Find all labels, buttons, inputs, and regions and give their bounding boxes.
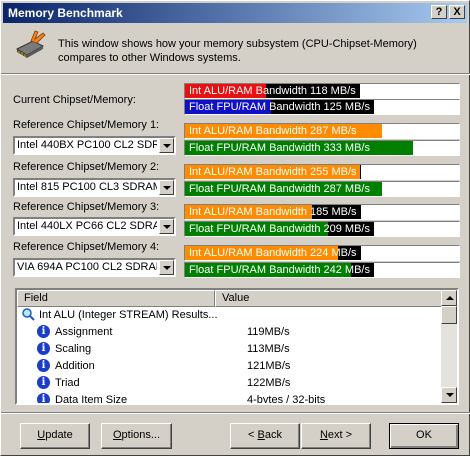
group-label: Int ALU (Integer STREAM) Results... — [39, 309, 218, 321]
dropdown-button[interactable] — [159, 260, 174, 275]
bar-text: Float FPU/RAM Bandwidth 125 MB/s — [189, 101, 370, 113]
reference-4-label: Reference Chipset/Memory 4: — [13, 241, 160, 253]
back-button[interactable]: < Back — [230, 423, 300, 449]
bar-text: Int ALU/RAM Bandwidth 287 MB/s — [189, 125, 357, 137]
table-row[interactable]: i Data Item Size 4-bytes / 32-bits — [17, 392, 442, 405]
vertical-scrollbar[interactable] — [441, 290, 457, 403]
current-alu-bar: Int ALU/RAM Bandwidth 118 MB/s — [184, 83, 460, 99]
reference-3-label: Reference Chipset/Memory 3: — [13, 201, 160, 213]
title-bar[interactable]: Memory Benchmark ? X — [3, 3, 467, 23]
scroll-thumb[interactable] — [441, 306, 457, 324]
info-icon: i — [37, 393, 50, 403]
table-row[interactable]: i Triad 122MB/s — [17, 375, 442, 392]
options-hotkey: O — [112, 429, 122, 441]
ok-button[interactable]: OK — [389, 423, 459, 449]
row-value: 113MB/s — [247, 343, 290, 355]
reference-1-select[interactable]: Intel 440BX PC100 CL2 SDRAM — [13, 136, 176, 155]
bar-text: Int ALU/RAM Bandwidth 255 MB/s — [189, 166, 357, 178]
search-icon — [22, 308, 35, 321]
reference-3-select[interactable]: Intel 440LX PC66 CL2 SDRAM — [13, 217, 176, 236]
results-list[interactable]: Field Value Int ALU (Integer STREAM) Res… — [15, 288, 459, 405]
back-prefix: < — [248, 429, 258, 441]
dropdown-button[interactable] — [159, 219, 174, 234]
info-icon: i — [37, 376, 50, 389]
close-button[interactable]: X — [449, 5, 465, 19]
bar-text: Int ALU/RAM Bandwidth 118 MB/s — [189, 85, 356, 97]
info-icon: i — [37, 359, 50, 372]
row-field: Triad — [55, 377, 80, 389]
reference-1-label: Reference Chipset/Memory 1: — [13, 119, 160, 131]
info-icon: i — [37, 325, 50, 338]
next-hotkey: N — [319, 429, 328, 441]
row-value: 122MB/s — [247, 377, 291, 389]
memory-chip-icon — [15, 30, 46, 58]
reference-4-alu-bar: Int ALU/RAM Bandwidth 224 MB/s — [184, 245, 460, 261]
table-row[interactable]: i Assignment 119MB/s — [17, 324, 442, 341]
memory-benchmark-window: Memory Benchmark ? X This window shows h… — [0, 0, 470, 456]
row-value: 119MB/s — [247, 326, 290, 338]
row-value: 4-bytes / 32-bits — [247, 394, 326, 405]
reference-1-alu-bar: Int ALU/RAM Bandwidth 287 MB/s — [184, 123, 460, 139]
bar-text: Int ALU/RAM Bandwidth 224 MB/s — [189, 247, 357, 259]
select-value: Intel 815 PC100 CL3 SDRAM — [17, 181, 157, 193]
scroll-down-button[interactable] — [441, 387, 457, 403]
row-field: Data Item Size — [55, 394, 128, 405]
chevron-down-icon — [163, 144, 171, 148]
next-label: ext > — [327, 429, 353, 441]
next-button[interactable]: Next > — [301, 423, 371, 449]
chevron-down-icon — [163, 186, 171, 190]
chevron-down-icon — [163, 266, 171, 270]
help-button[interactable]: ? — [431, 5, 447, 19]
reference-4-fpu-bar: Float FPU/RAM Bandwidth 242 MB/s — [184, 262, 460, 278]
bar-text: Float FPU/RAM Bandwidth 333 MB/s — [189, 142, 370, 154]
reference-1-fpu-bar: Float FPU/RAM Bandwidth 333 MB/s — [184, 140, 460, 156]
reference-3-fpu-bar: Float FPU/RAM Bandwidth 209 MB/s — [184, 221, 460, 237]
select-value: Intel 440LX PC66 CL2 SDRAM — [17, 220, 157, 232]
chevron-down-icon — [163, 225, 171, 229]
select-value: VIA 694A PC100 CL2 SDRAM — [17, 261, 157, 273]
window-title: Memory Benchmark — [8, 6, 123, 20]
select-value: Intel 440BX PC100 CL2 SDRAM — [17, 139, 157, 151]
footer-divider — [1, 412, 470, 414]
options-button[interactable]: Options... — [101, 423, 172, 449]
bar-text: Float FPU/RAM Bandwidth 209 MB/s — [189, 223, 370, 235]
back-hotkey: B — [257, 429, 265, 441]
bar-text: Float FPU/RAM Bandwidth 287 MB/s — [189, 183, 370, 195]
row-field: Assignment — [55, 326, 113, 338]
current-chipset-label: Current Chipset/Memory: — [13, 94, 136, 106]
info-icon: i — [37, 342, 50, 355]
dropdown-button[interactable] — [159, 180, 174, 195]
update-hotkey: U — [37, 429, 46, 441]
header-divider — [1, 73, 470, 75]
reference-2-select[interactable]: Intel 815 PC100 CL3 SDRAM — [13, 178, 176, 197]
reference-2-fpu-bar: Float FPU/RAM Bandwidth 287 MB/s — [184, 181, 460, 197]
back-label: ack — [264, 429, 282, 441]
row-field: Addition — [55, 360, 95, 372]
reference-2-label: Reference Chipset/Memory 2: — [13, 161, 160, 173]
header: This window shows how your memory subsys… — [1, 25, 470, 75]
group-row[interactable]: Int ALU (Integer STREAM) Results... — [17, 307, 442, 324]
bar-text: Float FPU/RAM Bandwidth 242 MB/s — [189, 264, 370, 276]
table-row[interactable]: i Scaling 113MB/s — [17, 341, 442, 358]
row-field: Scaling — [55, 343, 92, 355]
table-row[interactable]: i Addition 121MB/s — [17, 358, 442, 375]
bar-text: Int ALU/RAM Bandwidth 185 MB/s — [189, 206, 357, 218]
options-label: ptions... — [121, 429, 161, 441]
chevron-down-icon — [446, 393, 454, 397]
current-fpu-bar: Float FPU/RAM Bandwidth 125 MB/s — [184, 99, 460, 115]
update-button[interactable]: Update — [20, 423, 90, 449]
row-value: 121MB/s — [247, 360, 291, 372]
dropdown-button[interactable] — [159, 138, 174, 153]
scroll-up-button[interactable] — [441, 290, 457, 306]
reference-2-alu-bar: Int ALU/RAM Bandwidth 255 MB/s — [184, 164, 460, 180]
update-label: pdate — [45, 429, 73, 441]
header-description: This window shows how your memory subsys… — [58, 38, 417, 64]
column-header-field[interactable]: Field — [17, 290, 215, 307]
reference-4-select[interactable]: VIA 694A PC100 CL2 SDRAM — [13, 258, 176, 277]
chevron-up-icon — [446, 296, 454, 300]
reference-3-alu-bar: Int ALU/RAM Bandwidth 185 MB/s — [184, 204, 460, 220]
column-header-value[interactable]: Value — [215, 290, 443, 307]
